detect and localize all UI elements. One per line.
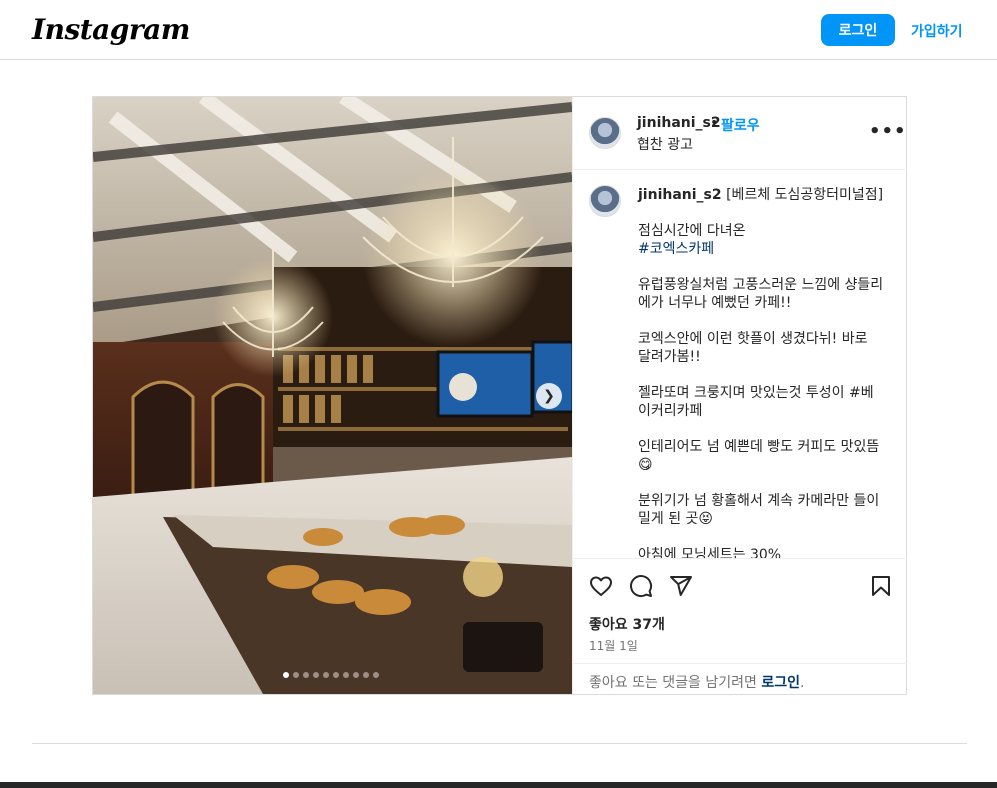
- chevron-right-icon[interactable]: ❯: [536, 383, 562, 409]
- caption-line: 코엑스안에 이런 핫플이 생겼다뉘! 바로 달려가봄!!: [638, 331, 872, 365]
- heart-icon[interactable]: [589, 574, 613, 598]
- carousel-dot: [353, 672, 359, 678]
- caption-line: 분위기가 넘 황홀해서 계속 카메라만 들이밀게 된 곳😝: [638, 493, 880, 527]
- share-icon[interactable]: [669, 574, 693, 598]
- login-prompt: 좋아요 또는 댓글을 남기려면 로그인.: [573, 663, 907, 696]
- post-username[interactable]: jinihani_s2: [637, 115, 721, 131]
- sponsored-label: 협찬 광고: [637, 137, 693, 153]
- caption-line: 아침에 모닝세트는 30%: [638, 547, 782, 559]
- carousel-dot: [333, 672, 339, 678]
- footer-divider: [32, 743, 967, 744]
- avatar[interactable]: [589, 117, 621, 149]
- caption-area: jinihani_s2 [베르체 도심공항터미널점] 점심시간에 다녀온 #코엑…: [573, 171, 907, 559]
- caption-text: jinihani_s2 [베르체 도심공항터미널점] 점심시간에 다녀온 #코엑…: [638, 186, 884, 559]
- avatar[interactable]: [589, 185, 621, 217]
- caption-title: [베르체 도심공항터미널점]: [721, 187, 884, 203]
- prompt-text: 좋아요 또는 댓글을 남기려면: [589, 675, 762, 691]
- carousel-dot: [323, 672, 329, 678]
- caption-line: 점심시간에 다녀온: [638, 223, 746, 239]
- carousel-dot: [343, 672, 349, 678]
- instagram-logo[interactable]: Instagram: [32, 13, 190, 46]
- separator-dot: •: [710, 115, 719, 131]
- caption-username[interactable]: jinihani_s2: [638, 187, 722, 203]
- likes-count[interactable]: 좋아요 37개: [589, 614, 665, 634]
- post-date[interactable]: 11월 1일: [589, 637, 638, 654]
- follow-button[interactable]: 팔로우: [721, 115, 760, 135]
- hashtag-link[interactable]: #코엑스카페: [638, 241, 714, 257]
- carousel-dot: [293, 672, 299, 678]
- post-image[interactable]: ❯: [93, 97, 572, 694]
- action-bar: 좋아요 37개 11월 1일 좋아요 또는 댓글을 남기려면 로그인.: [573, 560, 907, 696]
- carousel-dot: [313, 672, 319, 678]
- post-card: ❯ jinihani_s2 • 팔로우 협찬 광고 ••• jinihani_s…: [92, 96, 907, 695]
- carousel-dot: [303, 672, 309, 678]
- caption-line: 젤라또며 크룽지며 맛있는것 투성이 #베이커리카페: [638, 385, 874, 419]
- footer-bar: [0, 782, 997, 788]
- prompt-login-link[interactable]: 로그인: [761, 675, 800, 691]
- top-navigation-bar: Instagram 로그인 가입하기: [0, 0, 997, 60]
- post-header: jinihani_s2 • 팔로우 협찬 광고 •••: [573, 97, 907, 170]
- carousel-indicator: [283, 672, 379, 678]
- post-sidebar: jinihani_s2 • 팔로우 협찬 광고 ••• jinihani_s2 …: [572, 97, 907, 696]
- caption-line: 인테리어도 넘 예쁜데 빵도 커피도 맛있뜸😋: [638, 439, 880, 473]
- bookmark-icon[interactable]: [869, 574, 893, 598]
- carousel-dot: [283, 672, 289, 678]
- login-button[interactable]: 로그인: [821, 14, 895, 46]
- carousel-dot: [373, 672, 379, 678]
- signup-link[interactable]: 가입하기: [911, 21, 963, 41]
- caption-line: 유럽풍왕실처럼 고풍스러운 느낌에 샹들리에가 너무나 예뻤던 카페!!: [638, 277, 884, 311]
- carousel-dot: [363, 672, 369, 678]
- comment-icon[interactable]: [629, 574, 653, 598]
- cafe-interior-photo: [93, 97, 572, 694]
- more-horizontal-icon[interactable]: •••: [869, 121, 907, 142]
- prompt-period: .: [800, 675, 805, 691]
